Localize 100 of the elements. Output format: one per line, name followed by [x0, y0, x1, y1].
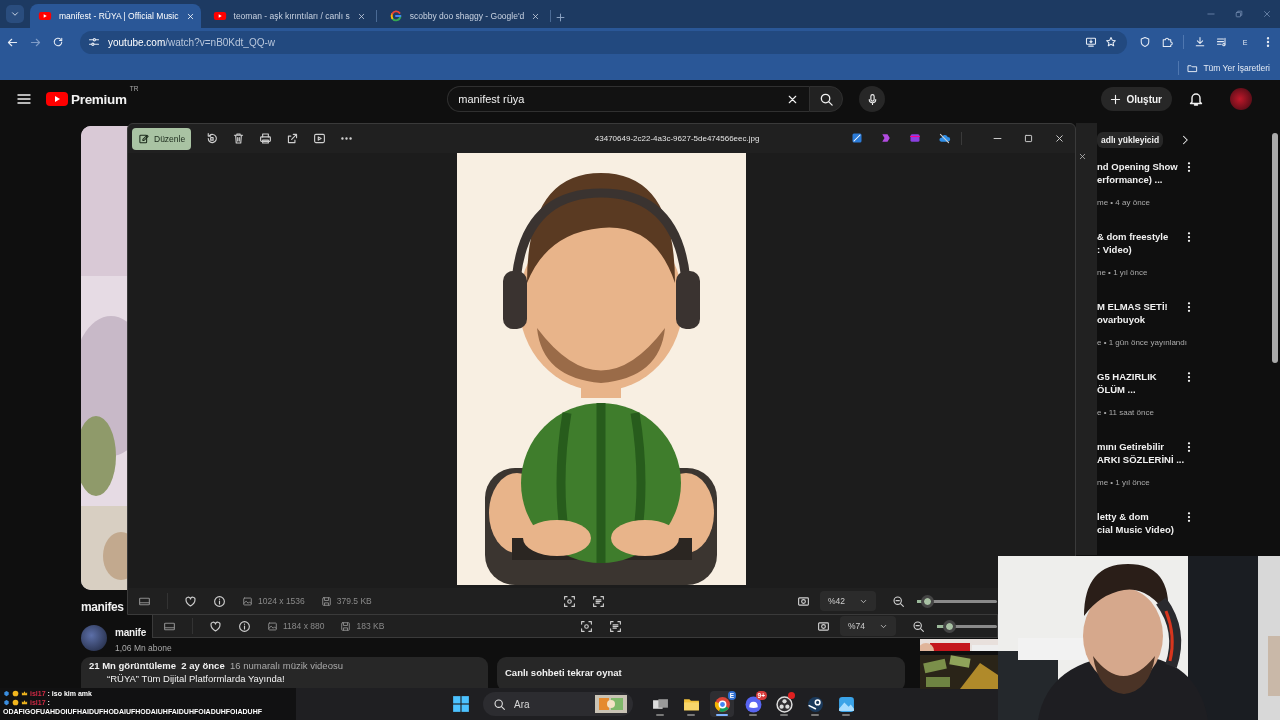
video-title[interactable]: ÖLÜM ... — [1097, 383, 1183, 396]
fit-icon[interactable] — [817, 619, 830, 633]
search-field[interactable]: Ara — [514, 698, 587, 710]
menu-icon[interactable] — [16, 91, 32, 107]
channel-name[interactable]: manife — [115, 627, 147, 638]
video-title[interactable]: mını Getirebilir — [1097, 440, 1183, 453]
chat-replay-button[interactable]: Canlı sohbeti tekrar oynat — [497, 657, 905, 688]
video-meta: ne • 1 yıl önce — [1097, 268, 1149, 277]
install-icon[interactable] — [1085, 36, 1097, 48]
voice-search-button[interactable] — [859, 86, 886, 112]
browser-tab[interactable]: scobby doo shaggy - Google'd — [380, 4, 547, 28]
download-icon[interactable] — [1194, 36, 1206, 48]
zoom-dropdown[interactable]: %42 — [820, 591, 876, 611]
video-title[interactable]: nd Opening Show — [1097, 160, 1183, 173]
search-box[interactable]: manifest rüya — [447, 86, 810, 112]
close-icon[interactable] — [531, 11, 541, 21]
video-title[interactable]: M ELMAS SETİ! — [1097, 300, 1183, 313]
video-title: manifes — [81, 600, 124, 616]
browser-icon — [713, 695, 731, 713]
video-meta: e • 11 saat önce — [1097, 408, 1155, 417]
bell-icon[interactable] — [1188, 91, 1204, 107]
channel-avatar[interactable] — [81, 624, 107, 651]
heart-icon[interactable] — [209, 619, 222, 633]
info-icon[interactable] — [213, 594, 226, 608]
logo-text[interactable]: Premium — [71, 91, 127, 107]
avatar[interactable] — [1230, 88, 1252, 110]
share-icon[interactable] — [286, 132, 300, 145]
plus-icon — [1109, 92, 1123, 106]
plus-icon[interactable] — [555, 12, 567, 23]
close-icon[interactable] — [356, 11, 366, 21]
disk-icon — [320, 595, 332, 607]
media-icon[interactable] — [1216, 36, 1228, 48]
scrollbar-thumb[interactable] — [1272, 133, 1278, 363]
video-meta: me • 4 ay önce — [1097, 198, 1152, 207]
video-title[interactable]: & dom freestyle — [1097, 230, 1183, 243]
print-icon[interactable] — [259, 132, 273, 145]
folder-icon — [1187, 62, 1199, 74]
zoom-slider[interactable] — [917, 594, 997, 608]
rotate-icon[interactable] — [205, 132, 219, 145]
edit-button[interactable]: Düzenle — [132, 127, 192, 150]
fit-icon[interactable] — [797, 594, 810, 608]
photos-icon — [837, 695, 855, 713]
shield-icon[interactable] — [1139, 36, 1151, 48]
record-icon — [775, 695, 793, 713]
focus-icon[interactable] — [563, 594, 577, 608]
file-size: 379.5 KB — [320, 595, 372, 607]
browser-tab[interactable]: manifest - RÜYA | Official Music — [30, 4, 201, 28]
zoom-out-icon[interactable] — [892, 594, 905, 608]
video-title[interactable]: erformance) ... — [1097, 173, 1183, 186]
file-size: 183 KB — [340, 620, 385, 632]
maximize-icon[interactable] — [1023, 133, 1034, 144]
image-icon — [242, 595, 253, 607]
search-icon — [818, 91, 834, 107]
close-icon[interactable] — [1078, 152, 1087, 161]
image-dimensions: 1024 x 1536 — [242, 595, 305, 607]
search-field[interactable]: manifest rüya — [458, 93, 781, 105]
bookmarks-folder[interactable]: Tüm Yer İşaretleri — [1187, 62, 1270, 74]
restore-icon[interactable] — [1234, 9, 1244, 19]
app-icon[interactable] — [851, 132, 863, 144]
search-button[interactable] — [809, 86, 844, 112]
url-text: youtube.com/watch?v=nB0Kdt_QQ-w — [108, 36, 277, 48]
start-icon[interactable] — [452, 695, 470, 713]
zoom-dropdown[interactable]: %74 — [840, 616, 896, 636]
site-settings-icon[interactable] — [88, 36, 100, 48]
create-button[interactable]: Oluştur — [1101, 87, 1172, 111]
video-stats: 21 Mn görüntüleme 2 ay önce 16 numaralı müzik videosu — [89, 660, 344, 671]
video-title[interactable]: : Video) — [1097, 243, 1183, 256]
play-logo-icon[interactable] — [46, 91, 68, 107]
description-box[interactable]: 21 Mn görüntüleme 2 ay önce 16 numaralı müzik videosu “RÜYA” Tüm Dijital Platformlarda Yayında! — [81, 657, 488, 688]
image-icon — [267, 620, 278, 632]
heart-icon[interactable] — [184, 594, 197, 608]
search-box[interactable]: Ara — [483, 692, 633, 716]
video-title[interactable]: cial Music Video) — [1097, 523, 1183, 536]
video-title[interactable]: letty & dom — [1097, 510, 1183, 523]
info-icon[interactable] — [238, 619, 251, 633]
close-icon[interactable] — [1054, 133, 1065, 144]
focus-icon[interactable] — [579, 619, 593, 633]
zoom-out-icon[interactable] — [912, 619, 925, 633]
video-meta: me • 1 yıl önce — [1097, 478, 1151, 487]
close-icon[interactable] — [185, 11, 195, 21]
delete-icon[interactable] — [232, 132, 246, 145]
cloud-icon[interactable] — [938, 132, 951, 145]
zoom-slider[interactable] — [937, 619, 997, 633]
edit-icon — [138, 132, 150, 145]
filter-chip[interactable]: adlı yükleyicid — [1097, 132, 1164, 148]
text-scan-icon[interactable] — [608, 619, 622, 633]
text-scan-icon[interactable] — [592, 594, 606, 608]
video-title[interactable]: ovarbuyok — [1097, 313, 1183, 326]
puzzle-icon[interactable] — [1161, 36, 1173, 48]
alert-dot — [788, 692, 795, 699]
star-icon[interactable] — [1105, 36, 1117, 48]
video-title[interactable]: ARKI SÖZLERİNİ ... — [1097, 453, 1183, 466]
slideshow-icon[interactable] — [313, 132, 327, 145]
reload-icon[interactable] — [52, 36, 64, 48]
browser-tab[interactable]: teoman - aşk kırıntıları / canlı s — [204, 4, 372, 28]
video-title[interactable]: G5 HAZIRLIK — [1097, 370, 1183, 383]
file-name: 43470649-2c22-4a3c-9627-5de474566eec.jpg — [593, 134, 761, 143]
address-bar[interactable]: youtube.com/watch?v=nB0Kdt_QQ-w — [80, 30, 1127, 54]
play-logo-icon — [38, 9, 52, 23]
chevron-down-icon — [10, 9, 20, 19]
